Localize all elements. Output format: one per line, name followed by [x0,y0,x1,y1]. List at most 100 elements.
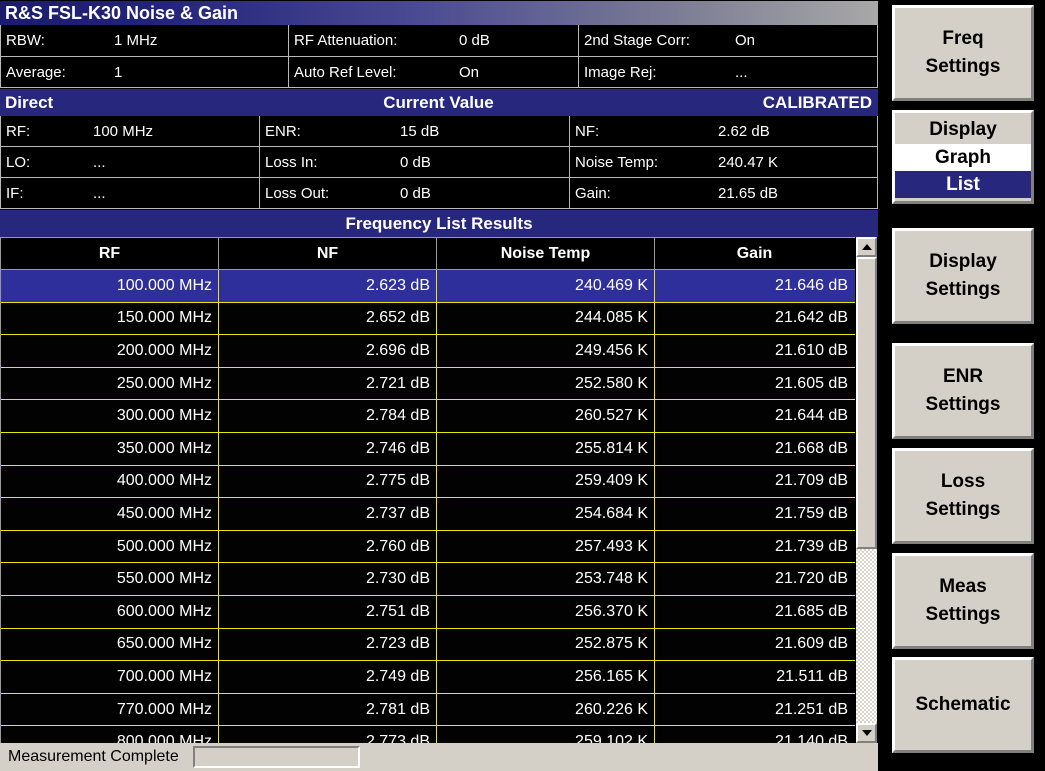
cv-noise-temp[interactable]: Noise Temp: 240.47 K [569,147,877,177]
table-row[interactable]: 400.000 MHz2.775 dB259.409 K21.709 dB [1,466,855,499]
table-body: 100.000 MHz2.623 dB240.469 K21.646 dB150… [1,270,855,743]
cv-gain[interactable]: Gain: 21.65 dB [569,178,877,209]
table-row[interactable]: 100.000 MHz2.623 dB240.469 K21.646 dB [1,270,855,303]
triangle-down-icon [862,730,872,736]
column-header-nf[interactable]: NF [218,238,436,269]
cv-value: 0 dB [400,185,431,202]
cell-gain: 21.642 dB [654,303,854,335]
setting-rf-attenuation[interactable]: RF Attenuation: 0 dB [288,25,578,56]
cell-nf: 2.746 dB [218,433,436,465]
cell-noise-temp: 252.875 K [436,629,654,661]
cell-rf: 650.000 MHz [1,629,218,661]
table-row[interactable]: 500.000 MHz2.760 dB257.493 K21.739 dB [1,531,855,564]
cv-value: 240.47 K [718,154,778,171]
scrollbar-track[interactable] [856,257,877,723]
cell-nf: 2.723 dB [218,629,436,661]
cell-nf: 2.751 dB [218,596,436,628]
setting-label: 2nd Stage Corr: [579,32,690,49]
cell-rf: 800.000 MHz [1,726,218,743]
cell-noise-temp: 240.469 K [436,270,654,302]
cell-gain: 21.685 dB [654,596,854,628]
cv-label: NF: [570,123,599,140]
cv-value: 21.65 dB [718,185,778,202]
cell-gain: 21.140 dB [654,726,854,743]
setting-label: Image Rej: [579,64,657,81]
softkey-schematic[interactable]: Schematic [892,657,1034,753]
softkey-panel: FreqSettingsDisplayGraphListDisplaySetti… [880,0,1045,771]
cv-value: 2.62 dB [718,123,770,140]
setting-label: Average: [1,64,66,81]
table-row[interactable]: 800.000 MHz2.773 dB259.102 K21.140 dB [1,726,855,743]
table-row[interactable]: 250.000 MHz2.721 dB252.580 K21.605 dB [1,368,855,401]
cell-rf: 400.000 MHz [1,466,218,498]
cell-gain: 21.511 dB [654,661,854,693]
cv-loss-in[interactable]: Loss In: 0 dB [259,147,569,177]
scroll-up-button[interactable] [856,237,877,257]
softkey-label: Settings [895,496,1031,524]
results-scrollbar[interactable] [855,237,878,743]
scroll-down-button[interactable] [856,723,877,743]
cell-rf: 770.000 MHz [1,694,218,726]
setting-2nd-stage-corr[interactable]: 2nd Stage Corr: On [578,25,877,56]
cell-rf: 600.000 MHz [1,596,218,628]
cell-noise-temp: 252.580 K [436,368,654,400]
softkey-label: Loss [895,468,1031,496]
cv-value: ... [93,154,106,171]
table-row[interactable]: 450.000 MHz2.737 dB254.684 K21.759 dB [1,498,855,531]
current-value-row: IF: ... Loss Out: 0 dB Gain: 21.65 dB [1,178,877,209]
cell-rf: 100.000 MHz [1,270,218,302]
softkey-label: Freq [895,25,1031,53]
table-row[interactable]: 600.000 MHz2.751 dB256.370 K21.685 dB [1,596,855,629]
cell-noise-temp: 254.684 K [436,498,654,530]
softkey-display-settings[interactable]: DisplaySettings [892,228,1034,324]
table-row[interactable]: 200.000 MHz2.696 dB249.456 K21.610 dB [1,335,855,368]
cv-rf[interactable]: RF: 100 MHz [1,116,259,146]
results-table: RF NF Noise Temp Gain 100.000 MHz2.623 d… [0,237,855,743]
status-bar: Measurement Complete [0,743,878,771]
scrollbar-thumb[interactable] [856,257,877,549]
cv-lo[interactable]: LO: ... [1,147,259,177]
softkey-option-graph[interactable]: Graph [895,144,1031,171]
table-row[interactable]: 700.000 MHz2.749 dB256.165 K21.511 dB [1,661,855,694]
setting-auto-ref-level[interactable]: Auto Ref Level: On [288,57,578,88]
softkey-display[interactable]: DisplayGraphList [892,110,1034,204]
table-row[interactable]: 770.000 MHz2.781 dB260.226 K21.251 dB [1,694,855,727]
table-row[interactable]: 350.000 MHz2.746 dB255.814 K21.668 dB [1,433,855,466]
measurement-display: R&S FSL-K30 Noise & Gain RBW: 1 MHz RF A… [0,0,880,771]
table-row[interactable]: 150.000 MHz2.652 dB244.085 K21.642 dB [1,303,855,336]
softkey-loss-settings[interactable]: LossSettings [892,448,1034,544]
cell-gain: 21.644 dB [654,400,854,432]
cv-loss-out[interactable]: Loss Out: 0 dB [259,178,569,209]
cell-noise-temp: 260.226 K [436,694,654,726]
cv-value: ... [93,185,106,202]
window-title: R&S FSL-K30 Noise & Gain [0,1,878,25]
cell-noise-temp: 259.102 K [436,726,654,743]
cv-if[interactable]: IF: ... [1,178,259,209]
cv-enr[interactable]: ENR: 15 dB [259,116,569,146]
column-header-gain[interactable]: Gain [654,238,854,269]
cell-rf: 150.000 MHz [1,303,218,335]
cv-nf[interactable]: NF: 2.62 dB [569,116,877,146]
setting-average[interactable]: Average: 1 [1,57,288,88]
softkey-freq-settings[interactable]: FreqSettings [892,5,1034,101]
setting-label: RF Attenuation: [289,32,397,49]
softkey-label: Schematic [895,691,1031,719]
softkey-enr-settings[interactable]: ENRSettings [892,343,1034,439]
column-header-rf[interactable]: RF [1,238,218,269]
table-row[interactable]: 300.000 MHz2.784 dB260.527 K21.644 dB [1,400,855,433]
cell-nf: 2.721 dB [218,368,436,400]
cell-rf: 500.000 MHz [1,531,218,563]
status-message: Measurement Complete [0,748,179,766]
setting-image-rej[interactable]: Image Rej: ... [578,57,877,88]
column-header-noise-temp[interactable]: Noise Temp [436,238,654,269]
progress-box [193,746,360,768]
softkey-meas-settings[interactable]: MeasSettings [892,553,1034,649]
calibration-status-badge: CALIBRATED [572,93,878,113]
cell-gain: 21.251 dB [654,694,854,726]
table-row[interactable]: 550.000 MHz2.730 dB253.748 K21.720 dB [1,563,855,596]
setting-rbw[interactable]: RBW: 1 MHz [1,25,288,56]
softkey-option-list[interactable]: List [895,171,1031,198]
table-row[interactable]: 650.000 MHz2.723 dB252.875 K21.609 dB [1,629,855,662]
cell-nf: 2.773 dB [218,726,436,743]
cell-noise-temp: 257.493 K [436,531,654,563]
